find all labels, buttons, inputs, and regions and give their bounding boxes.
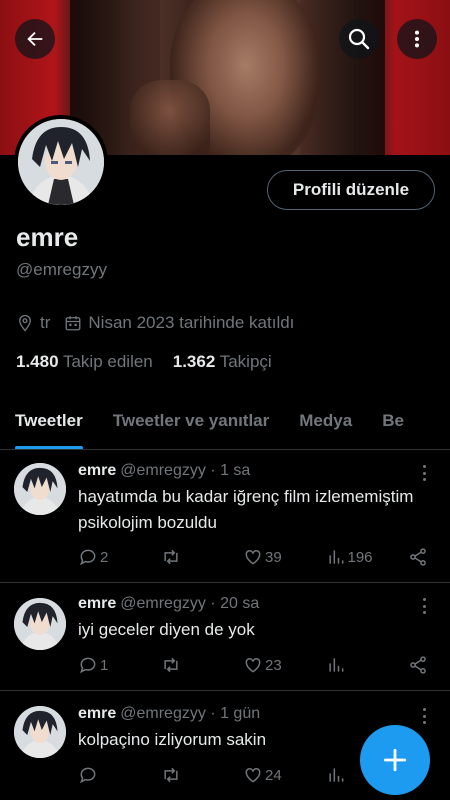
compose-tweet-button[interactable]	[360, 725, 430, 795]
tweet-more-button[interactable]	[416, 596, 432, 616]
tweet-time[interactable]: · 1 sa	[210, 462, 250, 479]
views-button[interactable]	[326, 655, 376, 675]
reply-icon	[79, 767, 96, 784]
followers-label: Takipçi	[219, 352, 272, 371]
tweet-text: hayatımda bu kadar iğrenç film izlememiş…	[78, 487, 414, 532]
tweet-actions: 1 23	[78, 655, 428, 675]
retweet-button[interactable]	[161, 547, 211, 567]
tab-media[interactable]: Medya	[284, 395, 367, 449]
like-count: 23	[265, 656, 282, 674]
tweet-author-handle[interactable]: @emregzyy	[120, 705, 206, 722]
share-button[interactable]	[408, 655, 428, 675]
following-count: 1.480	[16, 352, 59, 371]
share-icon	[410, 656, 426, 674]
tab-label: Medya	[299, 411, 353, 430]
follow-stats: 1.480 Takip edilen 1.362 Takipçi	[16, 352, 272, 372]
back-arrow-icon	[27, 31, 43, 47]
followers-link[interactable]: 1.362 Takipçi	[173, 352, 272, 372]
share-icon	[410, 548, 426, 566]
profile-tabs: Tweetler Tweetler ve yanıtlar Medya Be	[0, 395, 450, 450]
views-count: 196	[347, 548, 373, 566]
tweet[interactable]: emre @emregzyy · 1 sa hayatımda bu kadar …	[0, 450, 450, 583]
tweet-actions: 2 39 196	[78, 547, 428, 567]
following-link[interactable]: 1.480 Takip edilen	[16, 352, 153, 372]
views-icon	[328, 768, 343, 782]
tab-label: Be	[382, 411, 404, 430]
tweet-time[interactable]: · 20 sa	[210, 595, 259, 612]
retweet-button[interactable]	[161, 765, 211, 785]
reply-button[interactable]	[78, 765, 128, 785]
tweet[interactable]: emre @emregzyy · 20 sa iyi geceler diyen …	[0, 583, 450, 691]
reply-icon	[79, 657, 96, 674]
tweet-text: iyi geceler diyen de yok	[78, 620, 255, 639]
like-icon	[245, 657, 261, 673]
anime-avatar-image	[14, 598, 66, 650]
tweet-more-button[interactable]	[416, 706, 432, 726]
tweet-author-handle[interactable]: @emregzyy	[120, 595, 206, 612]
reply-count: 2	[100, 548, 109, 566]
like-count: 39	[265, 548, 282, 566]
like-icon	[245, 767, 261, 783]
tweet-avatar[interactable]	[14, 463, 66, 515]
tweet-header: emre @emregzyy · 20 sa	[78, 595, 259, 613]
joined-info: Nisan 2023 tarihinde katıldı	[64, 313, 294, 333]
profile-handle: @emregzyy	[16, 260, 107, 279]
tweet-author-name[interactable]: emre	[78, 462, 116, 479]
like-icon	[245, 549, 261, 565]
tweet-avatar[interactable]	[14, 706, 66, 758]
views-icon	[328, 658, 343, 672]
profile-meta: tr Nisan 2023 tarihinde katıldı	[16, 313, 302, 333]
tweet-header: emre @emregzyy · 1 gün	[78, 705, 260, 723]
tab-label: Tweetler	[15, 411, 83, 430]
tweet-avatar[interactable]	[14, 598, 66, 650]
views-icon	[328, 550, 343, 564]
search-button[interactable]	[339, 19, 379, 59]
profile-name: emre	[16, 222, 79, 252]
joined-text: Nisan 2023 tarihinde katıldı	[88, 313, 295, 332]
tweet-author-name[interactable]: emre	[78, 595, 116, 612]
tweet-more-button[interactable]	[416, 463, 432, 483]
tweet-time[interactable]: · 1 gün	[210, 705, 260, 722]
like-button[interactable]: 24	[243, 765, 293, 785]
location-info: tr	[16, 313, 50, 333]
retweet-icon	[163, 657, 178, 673]
following-label: Takip edilen	[62, 352, 153, 371]
tab-tweets-and-replies[interactable]: Tweetler ve yanıtlar	[98, 395, 285, 449]
location-icon	[19, 314, 31, 332]
more-vertical-icon	[414, 30, 420, 48]
like-button[interactable]: 23	[243, 655, 293, 675]
reply-icon	[79, 549, 96, 566]
followers-count: 1.362	[172, 352, 216, 371]
tab-tweets[interactable]: Tweetler	[0, 395, 98, 449]
profile-avatar[interactable]	[14, 115, 108, 209]
retweet-icon	[163, 549, 178, 565]
plus-icon	[383, 748, 407, 772]
tweet-header: emre @emregzyy · 1 sa	[78, 462, 250, 480]
retweet-button[interactable]	[161, 655, 211, 675]
retweet-icon	[163, 767, 178, 783]
share-button[interactable]	[408, 547, 428, 567]
back-button[interactable]	[15, 19, 55, 59]
tweet-author-handle[interactable]: @emregzyy	[120, 462, 206, 479]
reply-button[interactable]: 2	[78, 547, 128, 567]
tweet-author-name[interactable]: emre	[78, 705, 116, 722]
anime-avatar-image	[18, 119, 104, 205]
calendar-icon	[65, 316, 81, 331]
edit-profile-button[interactable]: Profili düzenle	[267, 170, 435, 210]
location-text: tr	[40, 313, 51, 332]
reply-button[interactable]: 1	[78, 655, 128, 675]
tab-label: Tweetler ve yanıtlar	[112, 411, 270, 430]
search-icon	[348, 28, 370, 50]
banner-photo-detail	[130, 80, 210, 155]
more-options-button[interactable]	[397, 19, 437, 59]
anime-avatar-image	[14, 463, 66, 515]
tab-likes[interactable]: Be	[367, 395, 419, 449]
like-count: 24	[265, 766, 282, 784]
like-button[interactable]: 39	[243, 547, 293, 567]
anime-avatar-image	[14, 706, 66, 758]
views-button[interactable]: 196	[326, 547, 376, 567]
reply-count: 1	[100, 656, 109, 674]
